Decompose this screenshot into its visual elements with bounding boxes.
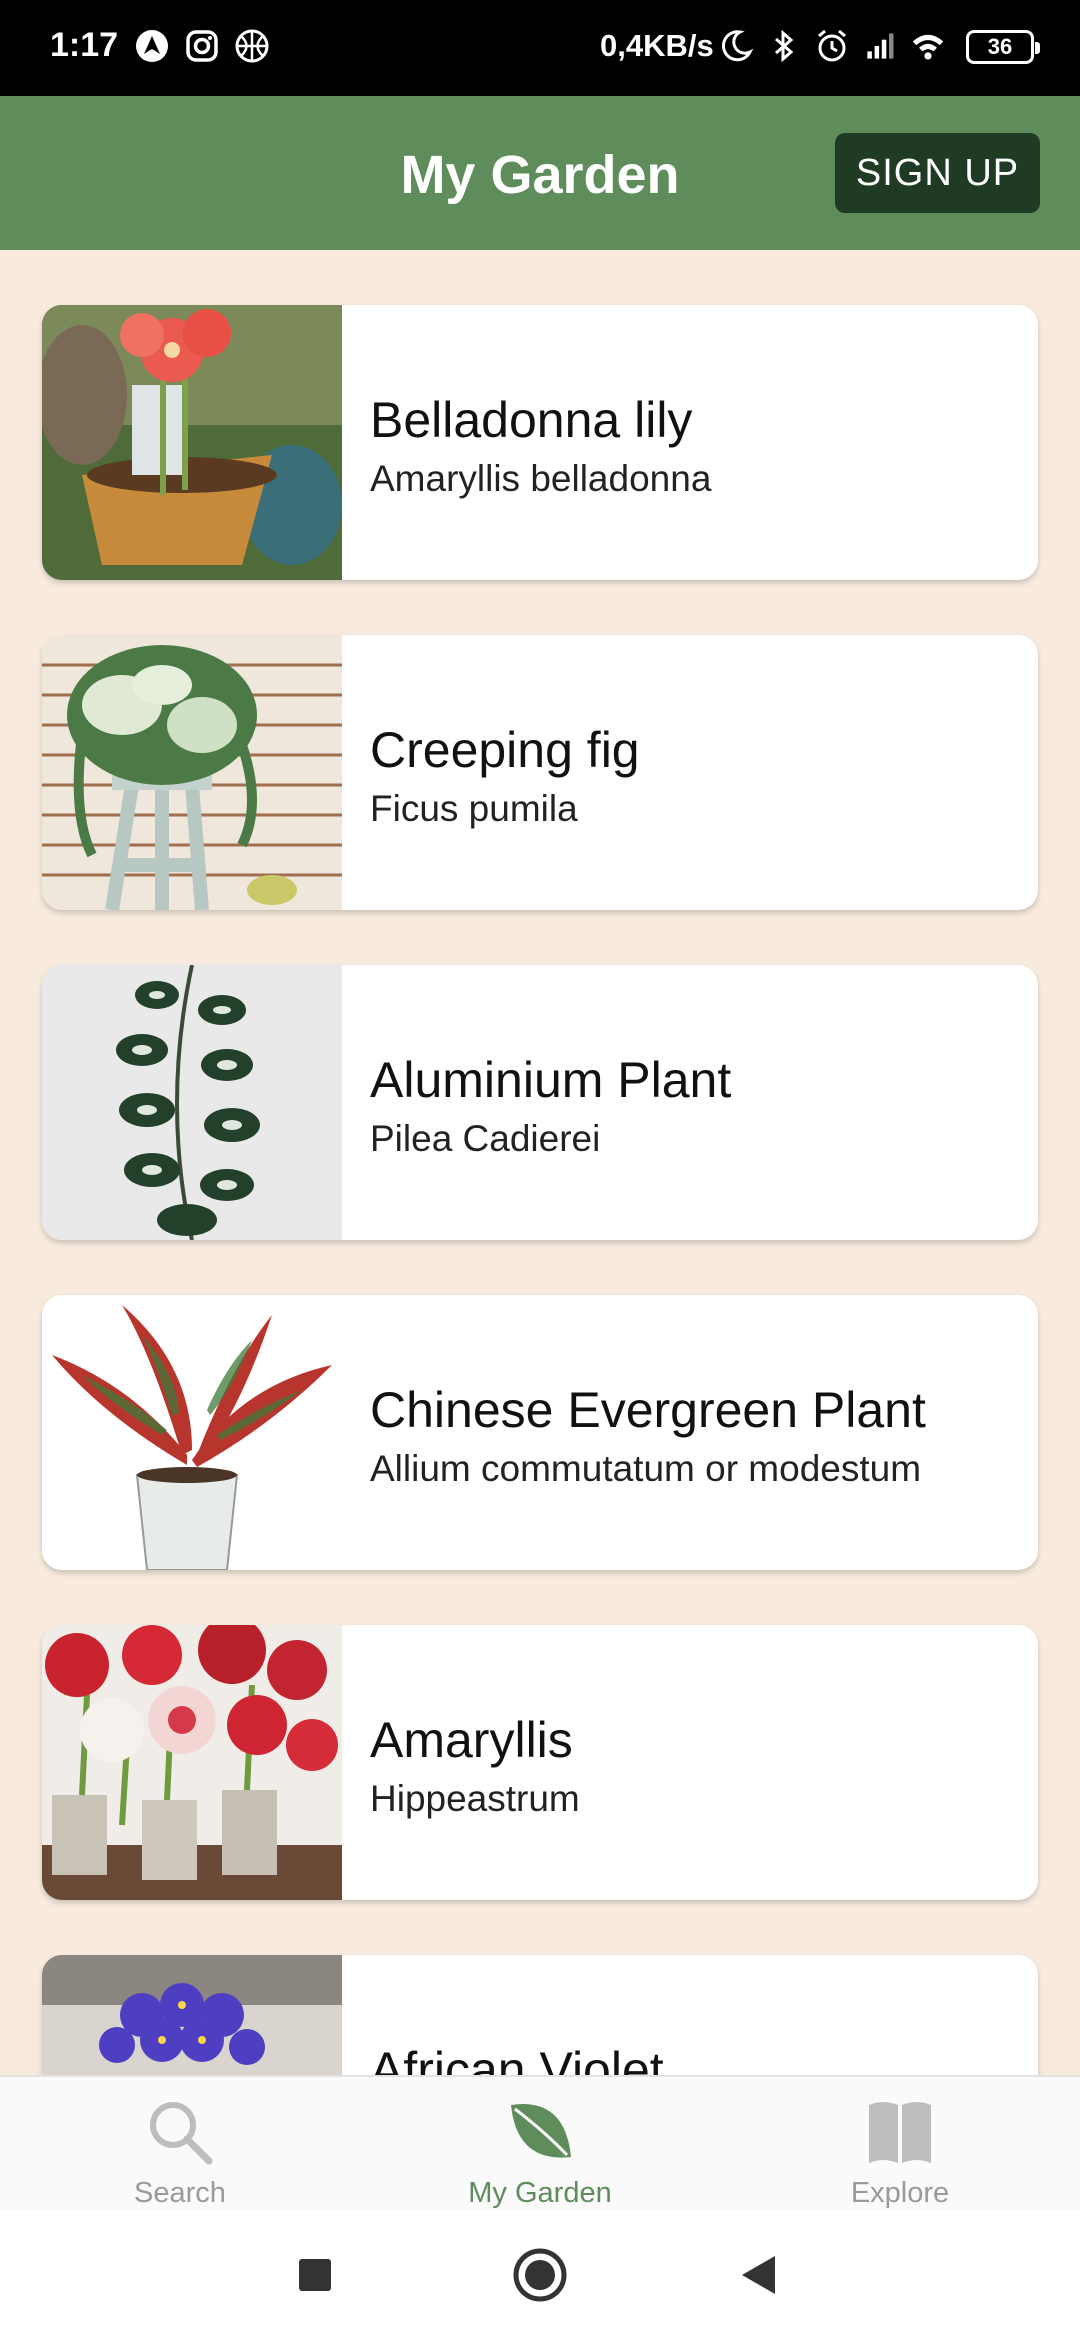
signal-icon: [867, 33, 894, 59]
leaf-icon: [511, 2104, 571, 2158]
nav-my-garden[interactable]: My Garden: [360, 2077, 720, 2212]
bottom-navigation: Search My Garden Explore: [0, 2075, 1080, 2210]
nav-search[interactable]: Search: [0, 2077, 360, 2212]
plant-list[interactable]: Belladonna lily Amaryllis belladonna Cre…: [0, 250, 1080, 2075]
african-violet-photo: [42, 1955, 342, 2075]
plant-scientific-name: Allium commutatum or modestum: [370, 1448, 922, 1489]
plant-common-name: Aluminium Plant: [370, 1052, 732, 1108]
plant-card-aluminium-plant[interactable]: Aluminium Plant Pilea Cadierei: [42, 965, 1038, 1240]
navigation-icon: [136, 30, 168, 62]
nav-explore[interactable]: Explore: [720, 2077, 1080, 2212]
recents-button[interactable]: [255, 2210, 375, 2340]
app-header: My Garden SIGN UP: [0, 96, 1080, 250]
status-time: 1:17: [50, 26, 119, 64]
plant-common-name: African Violet: [370, 2042, 664, 2075]
instagram-icon: [186, 30, 218, 62]
search-icon: [150, 2102, 213, 2165]
back-button[interactable]: [700, 2210, 820, 2340]
wifi-icon: [912, 34, 944, 60]
nav-label-my-garden: My Garden: [468, 2177, 612, 2209]
plant-common-name: Creeping fig: [370, 722, 640, 778]
home-button[interactable]: [480, 2210, 600, 2340]
plant-card-chinese-evergreen[interactable]: Chinese Evergreen Plant Allium commutatu…: [42, 1295, 1038, 1570]
chinese-evergreen-photo: [42, 1295, 342, 1570]
plant-scientific-name: Hippeastrum: [370, 1778, 580, 1819]
nav-label-search: Search: [134, 2177, 226, 2209]
nav-label-explore: Explore: [850, 2177, 950, 2209]
plant-card-belladonna-lily[interactable]: Belladonna lily Amaryllis belladonna: [42, 305, 1038, 580]
plant-card-african-violet[interactable]: African Violet: [42, 1955, 1038, 2075]
plant-scientific-name: Amaryllis belladonna: [370, 458, 712, 499]
system-navigation-bar: [0, 2210, 1080, 2340]
alarm-icon: [818, 29, 846, 62]
creeping-fig-photo: [42, 635, 342, 910]
sign-up-button[interactable]: SIGN UP: [835, 133, 1040, 213]
plant-card-amaryllis[interactable]: Amaryllis Hippeastrum: [42, 1625, 1038, 1900]
belladonna-lily-photo: [42, 305, 342, 580]
bluetooth-icon: [775, 29, 794, 63]
plant-scientific-name: Pilea Cadierei: [370, 1118, 601, 1159]
book-icon: [869, 2102, 931, 2163]
plant-common-name: Chinese Evergreen Plant: [370, 1382, 926, 1438]
plant-common-name: Amaryllis: [370, 1712, 573, 1768]
plant-common-name: Belladonna lily: [370, 392, 693, 448]
status-bar: 1:17 0,4KB/s 36: [0, 0, 1080, 96]
aluminium-plant-photo: [42, 965, 342, 1240]
basketball-icon: [235, 29, 269, 63]
network-speed: 0,4KB/s: [600, 28, 714, 63]
plant-scientific-name: Ficus pumila: [370, 788, 578, 829]
battery-icon: 36: [966, 30, 1040, 64]
plant-card-creeping-fig[interactable]: Creeping fig Ficus pumila: [42, 635, 1038, 910]
amaryllis-photo: [42, 1625, 342, 1900]
moon-icon: [721, 30, 754, 62]
